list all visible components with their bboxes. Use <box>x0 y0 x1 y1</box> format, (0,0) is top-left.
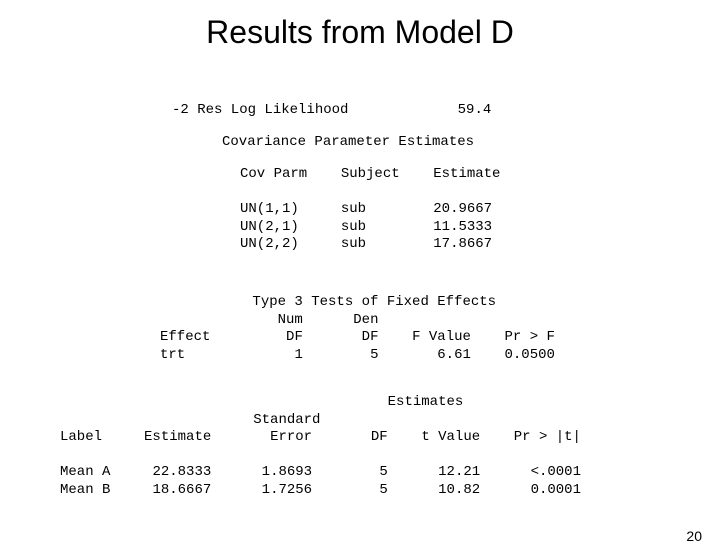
est-t: 10.82 <box>438 482 480 498</box>
est-label: Mean B <box>60 482 110 498</box>
est-p: 0.0001 <box>531 482 581 498</box>
cov-cell: UN(2,1) <box>240 219 299 235</box>
est-stderr: 1.8693 <box>262 464 312 480</box>
cov-table: Cov Parm Subject Estimate UN(1,1) sub 20… <box>240 166 500 254</box>
type3-p: 0.0500 <box>505 347 555 363</box>
est-value: 18.6667 <box>152 482 211 498</box>
loglik-line: -2 Res Log Likelihood 59.4 <box>172 102 491 120</box>
loglik-value: 59.4 <box>458 102 492 118</box>
est-df: 5 <box>379 464 387 480</box>
type3-hdr-p: Pr > F <box>505 329 555 345</box>
type3-title: Type 3 Tests of Fixed Effects <box>252 294 496 310</box>
loglik-label: -2 Res Log Likelihood <box>172 102 348 118</box>
cov-cell: sub <box>341 236 366 252</box>
est-hdr-label: Label <box>60 429 102 445</box>
type3-df1: 1 <box>294 347 302 363</box>
page-number: 20 <box>686 528 702 544</box>
cov-cell: UN(2,2) <box>240 236 299 252</box>
cov-cell: 17.8667 <box>433 236 492 252</box>
est-hdr-t: t Value <box>421 429 480 445</box>
type3-hdr-effect: Effect <box>160 329 210 345</box>
est-hdr-standard: Standard <box>253 412 320 428</box>
cov-hdr-subject: Subject <box>341 166 400 182</box>
est-hdr-df: DF <box>371 429 388 445</box>
type3-hdr-df2: DF <box>362 329 379 345</box>
estimates-table: Estimates Standard Label Estimate Error … <box>60 394 581 499</box>
est-hdr-error: Error <box>270 429 312 445</box>
cov-cell: sub <box>341 219 366 235</box>
type3-effect: trt <box>160 347 185 363</box>
est-value: 22.8333 <box>152 464 211 480</box>
est-t: 12.21 <box>438 464 480 480</box>
estimates-title: Estimates <box>388 394 464 410</box>
cov-hdr-estimate: Estimate <box>433 166 500 182</box>
type3-df2: 5 <box>370 347 378 363</box>
est-hdr-estimate: Estimate <box>144 429 211 445</box>
est-stderr: 1.7256 <box>262 482 312 498</box>
est-p: <.0001 <box>531 464 581 480</box>
cov-title: Covariance Parameter Estimates <box>222 134 474 152</box>
cov-cell: UN(1,1) <box>240 201 299 217</box>
type3-hdr-den: Den <box>353 312 378 328</box>
cov-cell: sub <box>341 201 366 217</box>
type3-table: Type 3 Tests of Fixed Effects Num Den Ef… <box>160 294 555 364</box>
est-hdr-p: Pr > |t| <box>514 429 581 445</box>
est-label: Mean A <box>60 464 110 480</box>
cov-hdr-parm: Cov Parm <box>240 166 307 182</box>
type3-f: 6.61 <box>437 347 471 363</box>
cov-cell: 20.9667 <box>433 201 492 217</box>
type3-hdr-f: F Value <box>412 329 471 345</box>
cov-cell: 11.5333 <box>433 219 492 235</box>
type3-hdr-df1: DF <box>286 329 303 345</box>
type3-hdr-num: Num <box>278 312 303 328</box>
est-df: 5 <box>379 482 387 498</box>
page-title: Results from Model D <box>0 14 720 51</box>
